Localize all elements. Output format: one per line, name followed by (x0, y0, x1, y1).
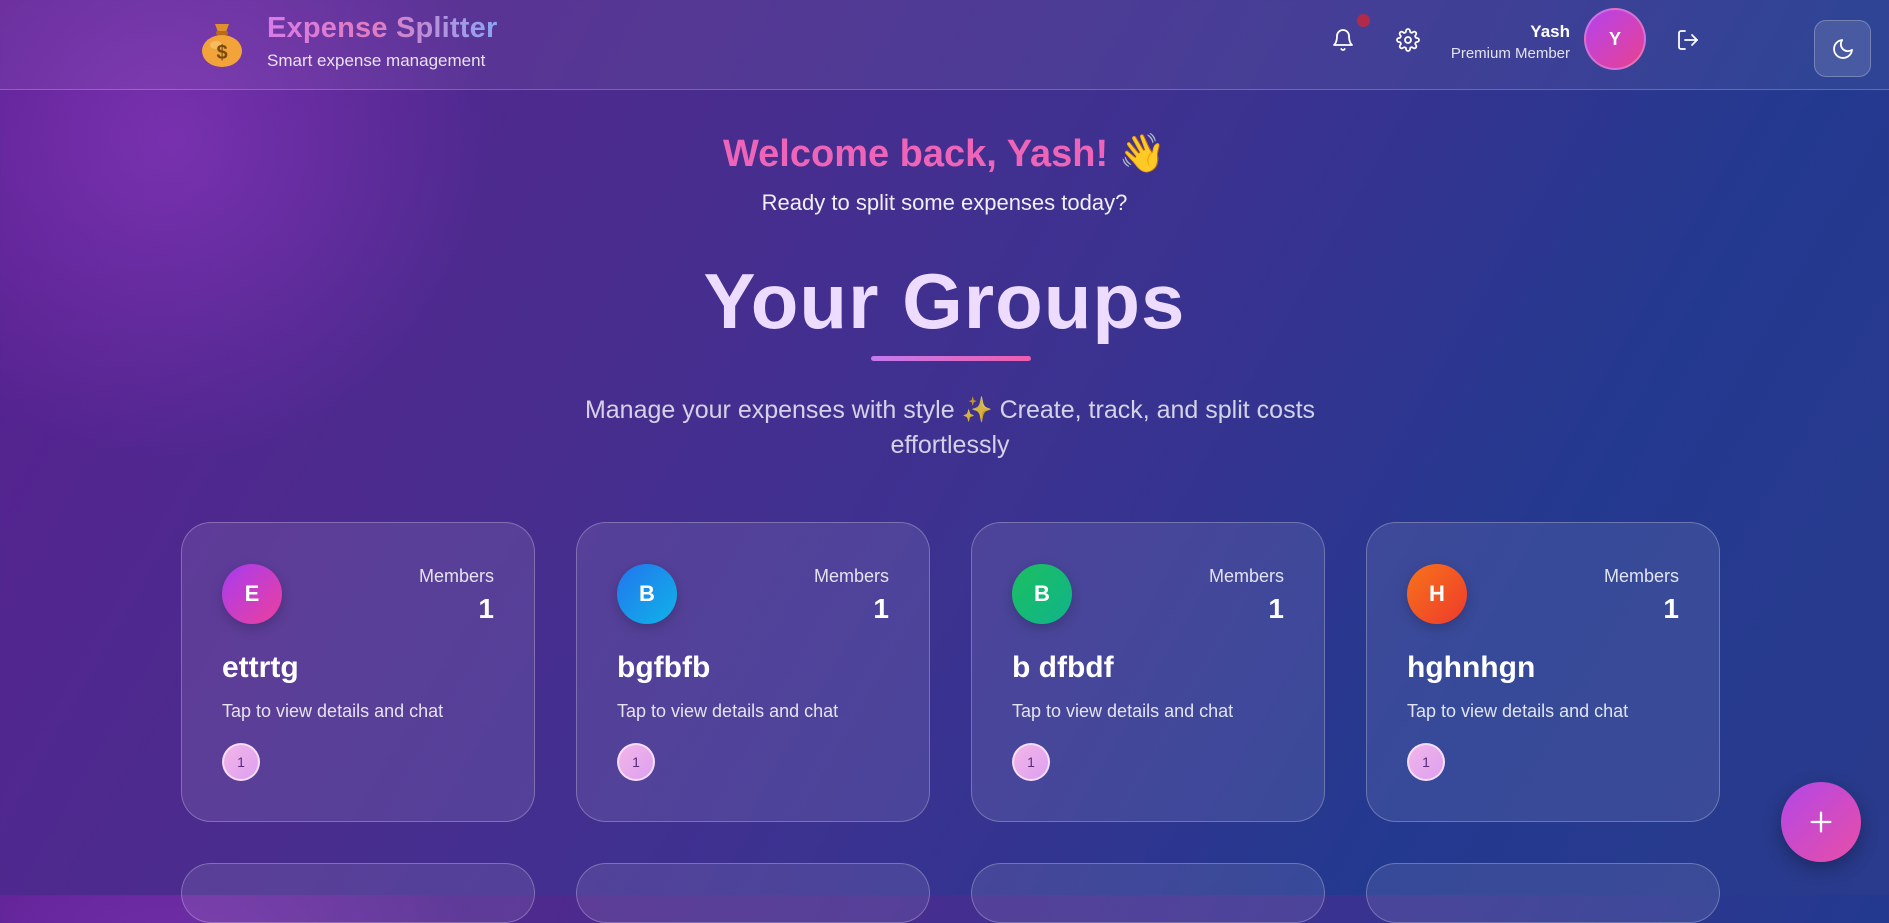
money-bag-icon: $ (202, 24, 242, 67)
group-card[interactable] (1366, 863, 1720, 923)
notifications-button[interactable] (1325, 22, 1361, 58)
members-count: 1 (873, 593, 889, 624)
member-chip: 1 (1012, 743, 1050, 781)
logout-button[interactable] (1670, 22, 1706, 58)
member-chip: 1 (617, 743, 655, 781)
app-title: Expense Splitter (267, 12, 498, 44)
group-card[interactable]: H Members 1 hghnhgn Tap to view details … (1366, 522, 1720, 822)
group-card[interactable]: E Members 1 ettrtg Tap to view details a… (181, 522, 535, 822)
group-hint: Tap to view details and chat (1407, 701, 1629, 721)
group-name: b dfbdf (1012, 651, 1114, 684)
app-subtitle: Smart expense management (267, 51, 486, 70)
user-role: Premium Member (1450, 45, 1570, 62)
members-count: 1 (1268, 593, 1284, 624)
title-underline (871, 356, 1031, 361)
moon-icon (1832, 38, 1853, 59)
plus-icon (1810, 811, 1832, 833)
group-avatar: B (617, 564, 677, 624)
page-title: Your Groups (703, 257, 1186, 345)
group-card[interactable] (181, 863, 535, 923)
welcome-subtitle: Ready to split some expenses today? (761, 190, 1128, 215)
settings-button[interactable] (1390, 22, 1426, 58)
welcome-greeting: Welcome back, Yash! (722, 133, 1109, 175)
members-label: Members (418, 566, 494, 586)
gear-icon (1396, 28, 1420, 52)
members-label: Members (813, 566, 889, 586)
group-hint: Tap to view details and chat (222, 701, 444, 721)
waving-hand-icon: 👋 (1118, 133, 1166, 175)
group-avatar: E (222, 564, 282, 624)
group-hint: Tap to view details and chat (617, 701, 839, 721)
group-name: bgfbfb (617, 651, 711, 684)
user-name: Yash (1530, 22, 1570, 41)
bell-icon (1333, 29, 1353, 51)
group-card[interactable] (576, 863, 930, 923)
svg-text:$: $ (216, 42, 227, 64)
logout-icon (1678, 30, 1698, 50)
member-chip: 1 (222, 743, 260, 781)
group-card[interactable]: B Members 1 bgfbfb Tap to view details a… (576, 522, 930, 822)
member-chip: 1 (1407, 743, 1445, 781)
theme-toggle-button[interactable] (1814, 20, 1871, 77)
group-hint: Tap to view details and chat (1012, 701, 1234, 721)
group-card[interactable]: B Members 1 b dfbdf Tap to view details … (971, 522, 1325, 822)
notification-badge (1357, 14, 1370, 27)
members-label: Members (1208, 566, 1284, 586)
members-count: 1 (478, 593, 494, 624)
group-name: hghnhgn (1407, 651, 1536, 684)
group-avatar: B (1012, 564, 1072, 624)
add-group-button[interactable] (1781, 782, 1861, 862)
avatar[interactable]: Y (1584, 8, 1646, 70)
welcome-heading: Welcome back, Yash! 👋 (0, 132, 1889, 176)
group-card[interactable] (971, 863, 1325, 923)
members-label: Members (1603, 566, 1679, 586)
groups-description: Manage your expenses with style ✨ Create… (584, 396, 1316, 459)
group-avatar: H (1407, 564, 1467, 624)
app-header: $ Expense Splitter Smart expense managem… (0, 0, 1889, 90)
group-name: ettrtg (222, 651, 299, 684)
members-count: 1 (1663, 593, 1679, 624)
